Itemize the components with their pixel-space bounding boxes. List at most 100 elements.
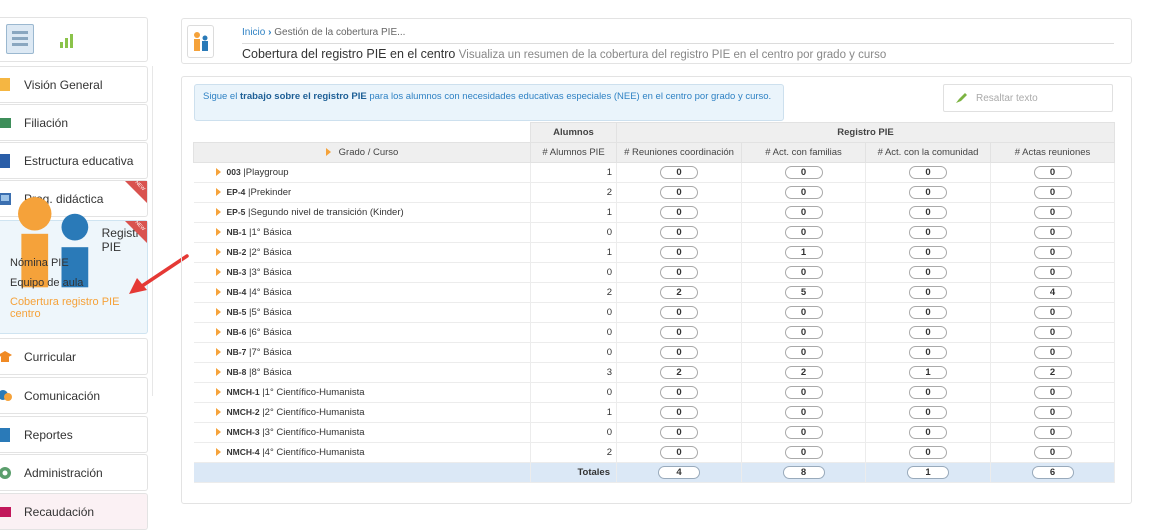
table-row[interactable]: EP-4 |Prekinder 2 0 0 0 0 xyxy=(193,182,1115,203)
sidebar-item-comunicacion[interactable]: Comunicación xyxy=(0,377,148,414)
actas-count-pill[interactable]: 0 xyxy=(1033,266,1072,279)
actas-count-pill[interactable]: 4 xyxy=(1033,286,1072,299)
table-row[interactable]: NB-2 |2° Básica 1 0 1 0 0 xyxy=(193,242,1115,263)
comunidad-count-pill[interactable]: 0 xyxy=(909,406,947,419)
actas-count-pill[interactable]: 0 xyxy=(1033,206,1072,219)
familias-count-pill[interactable]: 1 xyxy=(784,246,823,259)
comunidad-count-pill[interactable]: 0 xyxy=(909,386,947,399)
comunidad-count-pill[interactable]: 0 xyxy=(909,446,947,459)
comunidad-count-pill[interactable]: 0 xyxy=(909,306,947,319)
comunidad-count-pill[interactable]: 0 xyxy=(909,346,947,359)
comunidad-count-pill[interactable]: 0 xyxy=(909,166,947,179)
breadcrumb-home[interactable]: Inicio xyxy=(242,27,265,38)
grade-cell[interactable]: NB-6 |6° Básica xyxy=(193,322,531,343)
highlight-text-button[interactable]: Resaltar texto xyxy=(943,84,1113,112)
sidebar-item-administracion[interactable]: Administración xyxy=(0,454,148,491)
grade-cell[interactable]: NB-7 |7° Básica xyxy=(193,342,531,363)
reuniones-count-pill[interactable]: 0 xyxy=(660,246,698,259)
reuniones-count-pill[interactable]: 0 xyxy=(660,446,698,459)
familias-count-pill[interactable]: 0 xyxy=(784,266,823,279)
familias-count-pill[interactable]: 0 xyxy=(784,226,823,239)
table-row[interactable]: NMCH-4 |4° Científico-Humanista 2 0 0 0 0 xyxy=(193,442,1115,463)
expand-caret-icon[interactable] xyxy=(215,268,221,277)
grade-cell[interactable]: NB-5 |5° Básica xyxy=(193,302,531,323)
list-view-icon[interactable] xyxy=(6,24,34,54)
sidebar-item-curricular[interactable]: Curricular xyxy=(0,338,148,375)
familias-count-pill[interactable]: 0 xyxy=(784,346,823,359)
table-row[interactable]: NB-8 |8° Básica 3 2 2 1 2 xyxy=(193,362,1115,383)
reuniones-count-pill[interactable]: 0 xyxy=(660,226,698,239)
expand-caret-icon[interactable] xyxy=(215,388,221,397)
expand-caret-icon[interactable] xyxy=(215,208,221,217)
familias-count-pill[interactable]: 0 xyxy=(784,206,823,219)
actas-count-pill[interactable]: 0 xyxy=(1033,226,1072,239)
familias-count-pill[interactable]: 0 xyxy=(784,306,823,319)
familias-count-pill[interactable]: 0 xyxy=(784,166,823,179)
expand-caret-icon[interactable] xyxy=(215,308,221,317)
grade-cell[interactable]: NMCH-3 |3° Científico-Humanista xyxy=(193,422,531,443)
chart-view-icon[interactable] xyxy=(58,30,78,50)
comunidad-count-pill[interactable]: 0 xyxy=(909,206,947,219)
expand-caret-icon[interactable] xyxy=(215,288,221,297)
actas-count-pill[interactable]: 0 xyxy=(1033,186,1072,199)
reuniones-count-pill[interactable]: 0 xyxy=(660,306,698,319)
expand-caret-icon[interactable] xyxy=(215,188,221,197)
actas-count-pill[interactable]: 0 xyxy=(1033,246,1072,259)
column-header-grado[interactable]: Grado / Curso xyxy=(193,142,531,163)
actas-count-pill[interactable]: 0 xyxy=(1033,306,1072,319)
familias-count-pill[interactable]: 0 xyxy=(784,426,823,439)
reuniones-count-pill[interactable]: 0 xyxy=(660,426,698,439)
table-row[interactable]: NB-6 |6° Básica 0 0 0 0 0 xyxy=(193,322,1115,343)
actas-count-pill[interactable]: 0 xyxy=(1033,406,1072,419)
grade-cell[interactable]: NB-8 |8° Básica xyxy=(193,362,531,383)
familias-count-pill[interactable]: 0 xyxy=(784,406,823,419)
table-row[interactable]: NMCH-1 |1° Científico-Humanista 0 0 0 0 0 xyxy=(193,382,1115,403)
grade-cell[interactable]: EP-5 |Segundo nivel de transición (Kinde… xyxy=(193,202,531,223)
grade-cell[interactable]: NB-3 |3° Básica xyxy=(193,262,531,283)
grade-cell[interactable]: NB-2 |2° Básica xyxy=(193,242,531,263)
actas-count-pill[interactable]: 0 xyxy=(1033,446,1072,459)
table-row[interactable]: NMCH-2 |2° Científico-Humanista 1 0 0 0 0 xyxy=(193,402,1115,423)
expand-caret-icon[interactable] xyxy=(215,448,221,457)
table-row[interactable]: NB-5 |5° Básica 0 0 0 0 0 xyxy=(193,302,1115,323)
grade-cell[interactable]: NMCH-4 |4° Científico-Humanista xyxy=(193,442,531,463)
grade-cell[interactable]: NB-1 |1° Básica xyxy=(193,222,531,243)
table-row[interactable]: EP-5 |Segundo nivel de transición (Kinde… xyxy=(193,202,1115,223)
actas-count-pill[interactable]: 0 xyxy=(1033,326,1072,339)
reuniones-count-pill[interactable]: 0 xyxy=(660,186,698,199)
expand-caret-icon[interactable] xyxy=(215,168,221,177)
sidebar-item-estructura[interactable]: Estructura educativa xyxy=(0,142,148,179)
table-row[interactable]: NB-3 |3° Básica 0 0 0 0 0 xyxy=(193,262,1115,283)
actas-count-pill[interactable]: 0 xyxy=(1033,346,1072,359)
reuniones-count-pill[interactable]: 0 xyxy=(660,166,698,179)
reuniones-count-pill[interactable]: 0 xyxy=(660,326,698,339)
familias-count-pill[interactable]: 0 xyxy=(784,326,823,339)
expand-caret-icon[interactable] xyxy=(215,368,221,377)
sidebar-item-vision-general[interactable]: Visión General xyxy=(0,66,148,103)
expand-caret-icon[interactable] xyxy=(215,408,221,417)
reuniones-count-pill[interactable]: 2 xyxy=(660,366,698,379)
table-row[interactable]: NB-1 |1° Básica 0 0 0 0 0 xyxy=(193,222,1115,243)
comunidad-count-pill[interactable]: 0 xyxy=(909,246,947,259)
comunidad-count-pill[interactable]: 0 xyxy=(909,426,947,439)
grade-cell[interactable]: 003 |Playgroup xyxy=(193,162,531,183)
familias-count-pill[interactable]: 5 xyxy=(784,286,823,299)
familias-count-pill[interactable]: 0 xyxy=(784,386,823,399)
sidebar-item-reportes[interactable]: Reportes xyxy=(0,416,148,453)
expand-caret-icon[interactable] xyxy=(215,248,221,257)
sidebar-item-filiacion[interactable]: Filiación xyxy=(0,104,148,141)
familias-count-pill[interactable]: 0 xyxy=(784,446,823,459)
table-row[interactable]: 003 |Playgroup 1 0 0 0 0 xyxy=(193,162,1115,183)
comunidad-count-pill[interactable]: 0 xyxy=(909,266,947,279)
expand-caret-icon[interactable] xyxy=(215,348,221,357)
reuniones-count-pill[interactable]: 0 xyxy=(660,266,698,279)
familias-count-pill[interactable]: 0 xyxy=(784,186,823,199)
actas-count-pill[interactable]: 0 xyxy=(1033,386,1072,399)
familias-count-pill[interactable]: 2 xyxy=(784,366,823,379)
reuniones-count-pill[interactable]: 0 xyxy=(660,346,698,359)
expand-caret-icon[interactable] xyxy=(215,228,221,237)
grade-cell[interactable]: EP-4 |Prekinder xyxy=(193,182,531,203)
comunidad-count-pill[interactable]: 1 xyxy=(909,366,947,379)
reuniones-count-pill[interactable]: 0 xyxy=(660,406,698,419)
actas-count-pill[interactable]: 0 xyxy=(1033,426,1072,439)
